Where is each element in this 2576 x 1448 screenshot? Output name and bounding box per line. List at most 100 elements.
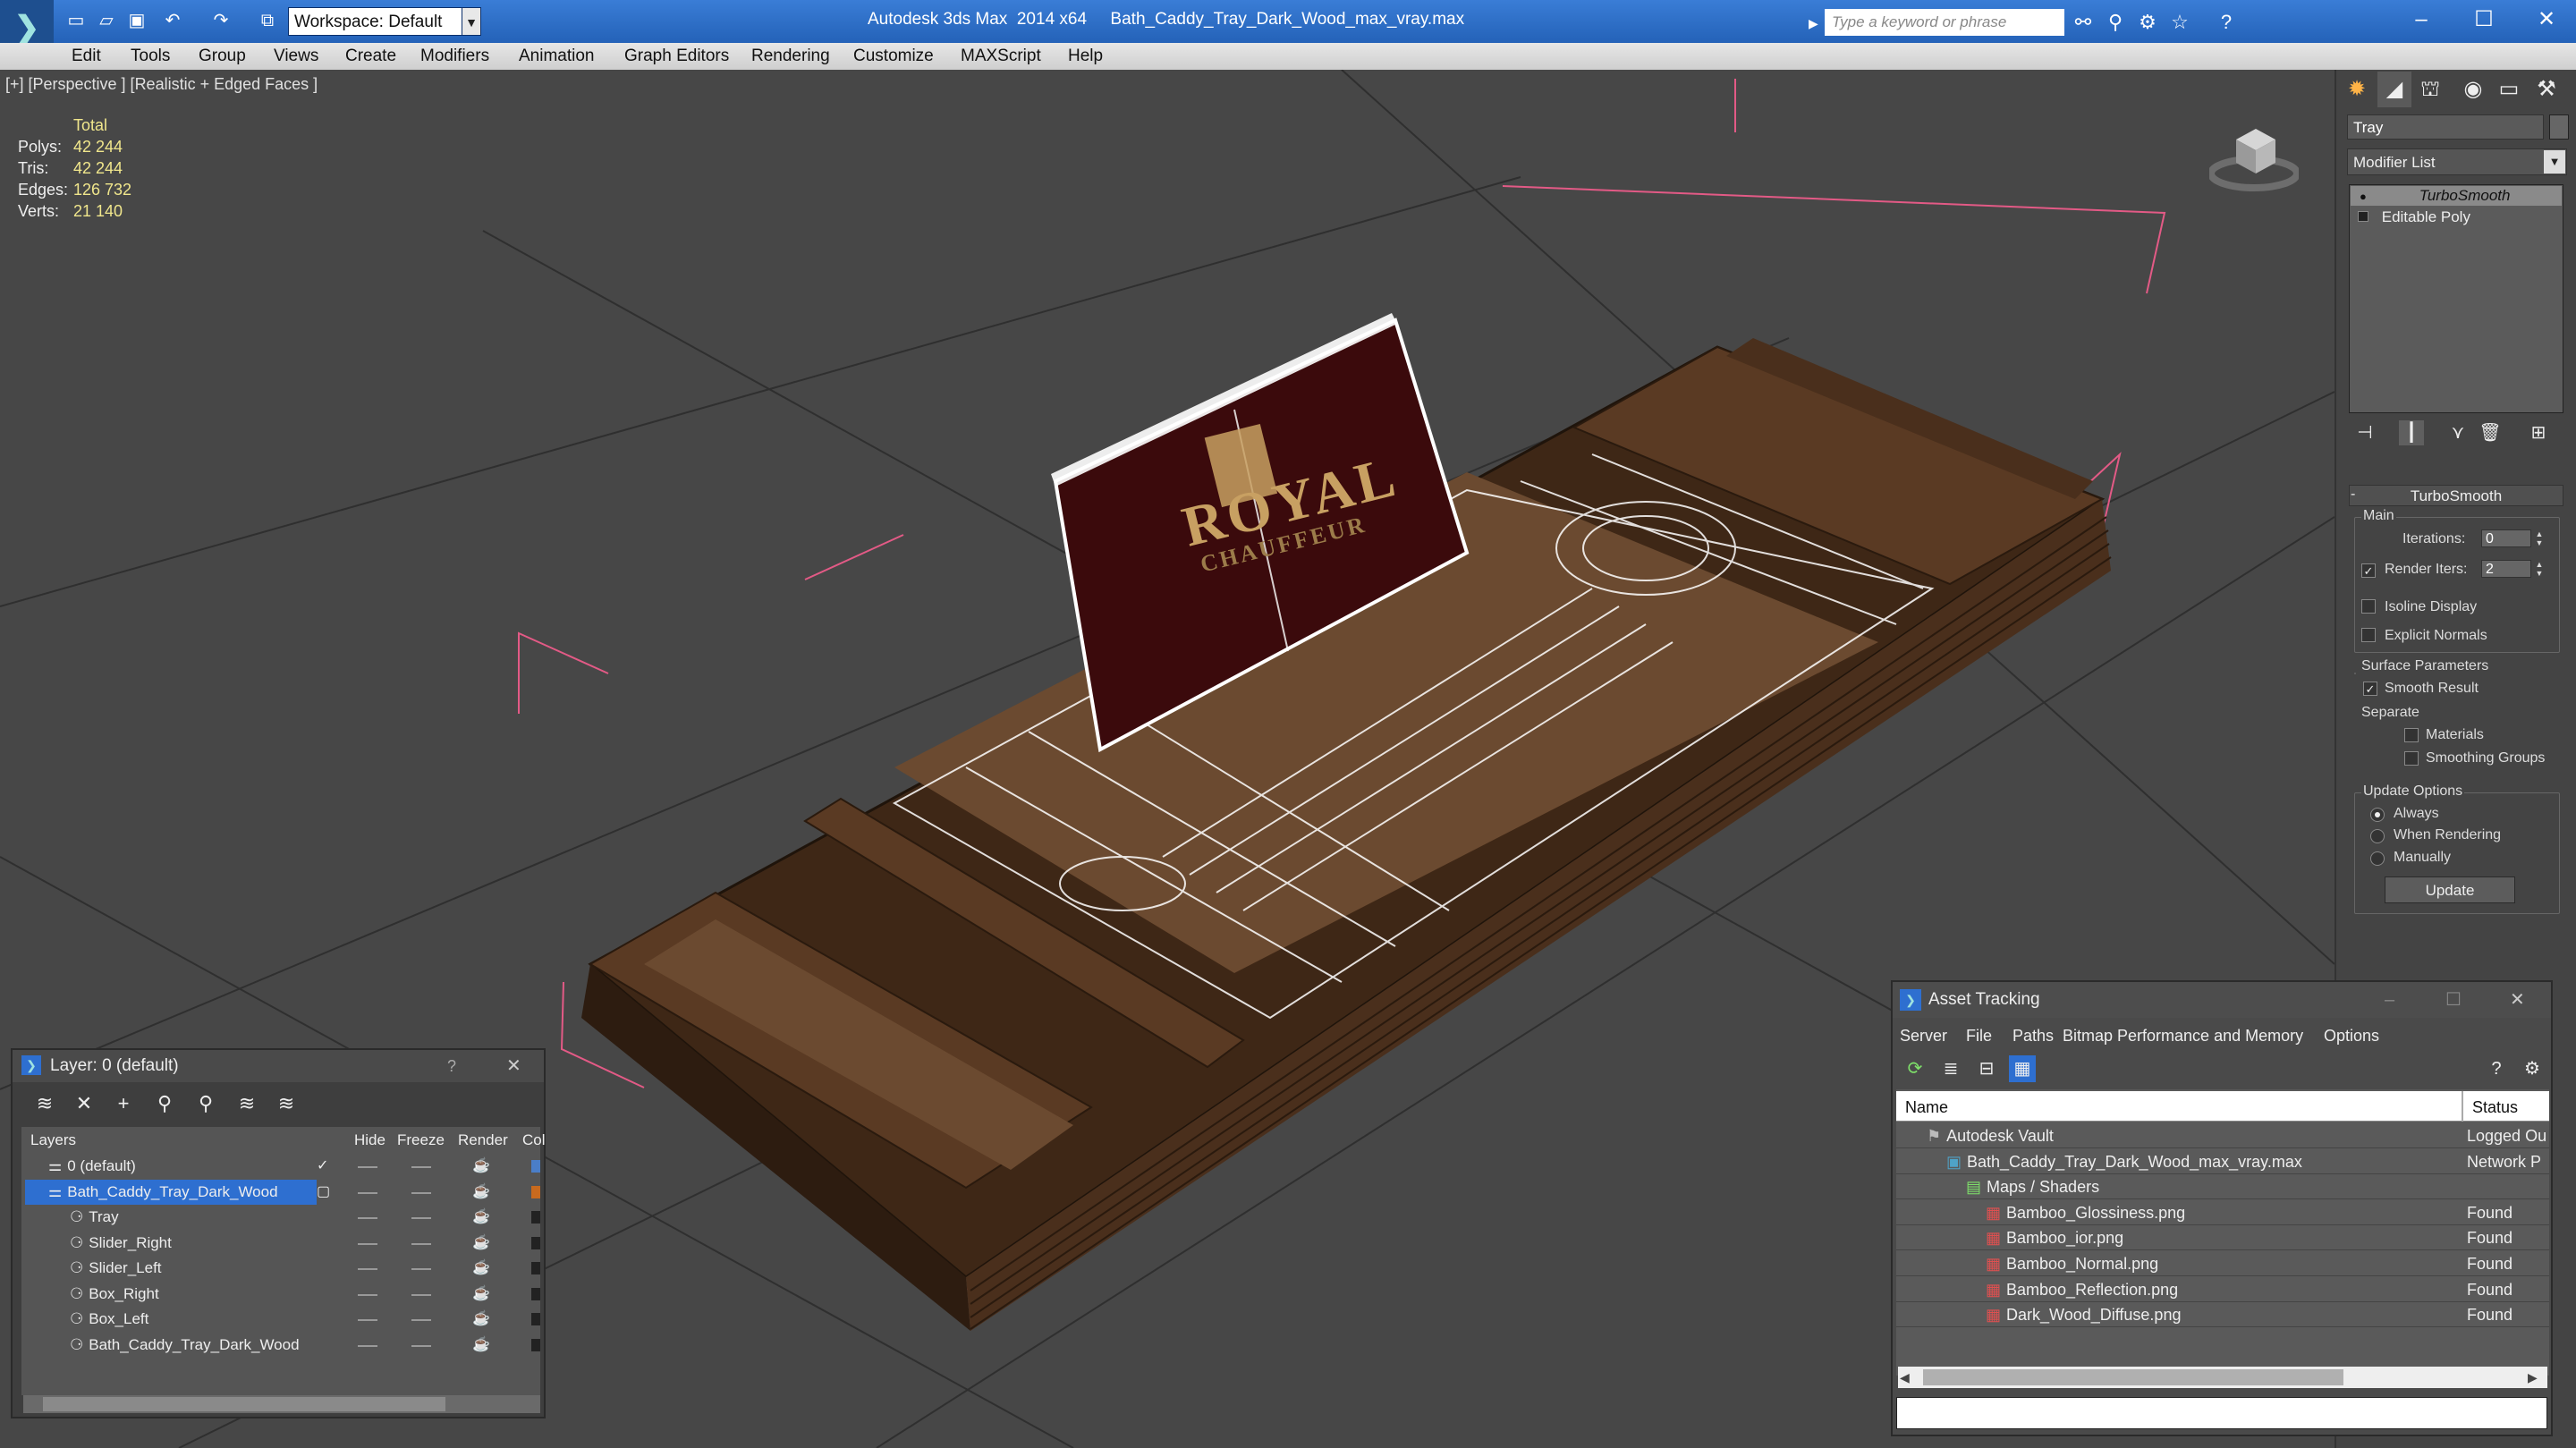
undo-icon[interactable]: ↶ [161, 9, 184, 32]
layer-row[interactable]: ⚆ Bath_Caddy_Tray_Dark_Wood [25, 1333, 317, 1358]
asset-row[interactable]: ▦ Dark_Wood_Diffuse.png [1896, 1302, 2549, 1328]
make-unique-icon[interactable]: ⋎ [2445, 420, 2470, 445]
current-layer-check-icon[interactable]: ✓ [317, 1154, 335, 1179]
freeze-toggle[interactable] [411, 1166, 431, 1168]
close-icon[interactable]: ✕ [2515, 0, 2576, 39]
render-teapot-icon[interactable]: ☕ [472, 1285, 490, 1303]
motion-tab-icon[interactable]: ◉ [2456, 72, 2490, 107]
tree-view-icon[interactable]: ⊟ [1973, 1055, 2000, 1082]
column-header-name[interactable]: Name [1905, 1095, 1948, 1120]
render-teapot-icon[interactable]: ☕ [472, 1259, 490, 1277]
refresh-icon[interactable]: ⟳ [1902, 1055, 1928, 1082]
scrollbar-thumb[interactable] [1923, 1369, 2343, 1385]
asset-row[interactable]: ▦ Bamboo_Reflection.png [1896, 1277, 2549, 1302]
help-icon[interactable]: ? [2213, 9, 2240, 36]
minimize-icon[interactable]: – [2385, 984, 2411, 1016]
modify-tab-icon[interactable]: ◢ [2377, 72, 2411, 107]
open-file-icon[interactable]: ▱ [95, 9, 118, 32]
column-divider[interactable] [2462, 1091, 2463, 1122]
viewport-label[interactable]: [+] [Perspective ] [Realistic + Edged Fa… [5, 75, 318, 94]
viewcube[interactable] [2207, 116, 2301, 197]
layer-color-swatch[interactable] [531, 1338, 540, 1351]
delete-layer-icon[interactable]: ✕ [70, 1089, 98, 1118]
menu-paths[interactable]: Paths [2012, 1023, 2054, 1048]
stack-item-editable-poly[interactable]: Editable Poly [2351, 207, 2562, 227]
search-expand-icon[interactable]: ▶ [1809, 11, 1823, 36]
manually-radio[interactable] [2370, 851, 2385, 866]
layer-row[interactable]: ⚆ Tray [25, 1205, 317, 1230]
project-folder-icon[interactable]: ⧉ [256, 9, 279, 32]
smooth-result-checkbox[interactable]: ✓ [2363, 682, 2377, 696]
materials-checkbox[interactable] [2404, 728, 2419, 742]
explicit-normals-checkbox[interactable] [2361, 628, 2376, 642]
freeze-toggle[interactable] [411, 1344, 431, 1347]
hide-toggle[interactable] [358, 1293, 377, 1296]
menu-modifiers[interactable]: Modifiers [420, 43, 489, 70]
asset-row[interactable]: ▣ Bath_Caddy_Tray_Dark_Wood_max_vray.max [1896, 1149, 2549, 1174]
select-in-layer-icon[interactable]: ⚲ [150, 1089, 179, 1118]
menu-create[interactable]: Create [345, 43, 396, 70]
minimize-icon[interactable]: – [2390, 0, 2453, 39]
freeze-all-layers-icon[interactable]: ≋ [272, 1089, 301, 1118]
chevron-down-icon[interactable]: ▼ [2544, 150, 2565, 174]
column-header-hide[interactable]: Hide [354, 1129, 386, 1152]
menu-animation[interactable]: Animation [519, 43, 595, 70]
render-teapot-icon[interactable]: ☕ [472, 1336, 490, 1354]
menu-options[interactable]: Options [2324, 1023, 2379, 1048]
search-input[interactable]: Type a keyword or phrase [1825, 9, 2064, 36]
layer-color-swatch[interactable] [531, 1262, 540, 1274]
spinner-arrows-icon[interactable]: ▲ ▼ [2533, 529, 2546, 547]
hide-toggle[interactable] [358, 1191, 377, 1194]
asset-row[interactable]: ▤ Maps / Shaders [1896, 1174, 2549, 1200]
new-file-icon[interactable]: ▭ [64, 9, 88, 32]
pin-stack-icon[interactable]: ⊣ [2352, 420, 2377, 445]
menu-customize[interactable]: Customize [853, 43, 934, 70]
hide-all-layers-icon[interactable]: ≋ [233, 1089, 261, 1118]
menu-maxscript[interactable]: MAXScript [961, 43, 1041, 70]
iterations-spinner[interactable]: 0 [2481, 529, 2531, 547]
render-iters-checkbox[interactable]: ✓ [2361, 563, 2376, 578]
workspace-dropdown[interactable]: Workspace: Default [288, 7, 479, 36]
layer-row[interactable]: ⚆ Slider_Left [25, 1256, 317, 1281]
isoline-display-checkbox[interactable] [2361, 599, 2376, 614]
save-icon[interactable]: ▣ [125, 9, 148, 32]
remove-modifier-icon[interactable]: 🗑 [2478, 420, 2503, 445]
menu-help[interactable]: Help [1068, 43, 1103, 70]
communication-icon[interactable]: ⚙ [2134, 9, 2161, 36]
freeze-toggle[interactable] [411, 1319, 431, 1321]
scroll-left-icon[interactable]: ◀ [1900, 1367, 1918, 1388]
spinner-arrows-icon[interactable]: ▲ ▼ [2533, 560, 2546, 578]
render-teapot-icon[interactable]: ☕ [472, 1183, 490, 1201]
modifier-list-dropdown[interactable]: Modifier List [2347, 148, 2567, 175]
render-teapot-icon[interactable]: ☕ [472, 1310, 490, 1328]
freeze-toggle[interactable] [411, 1268, 431, 1270]
hide-toggle[interactable] [358, 1344, 377, 1347]
layer-color-swatch[interactable] [531, 1313, 540, 1325]
collapse-icon[interactable]: - [2351, 487, 2355, 503]
close-icon[interactable]: ✕ [506, 1054, 531, 1079]
layer-color-swatch[interactable] [531, 1211, 540, 1224]
hierarchy-tab-icon[interactable]: ⛫ [2413, 72, 2447, 107]
hide-toggle[interactable] [358, 1242, 377, 1245]
show-end-result-icon[interactable]: ┃ [2399, 420, 2424, 445]
hide-toggle[interactable] [358, 1268, 377, 1270]
asset-row[interactable]: ▦ Bamboo_Glossiness.png [1896, 1200, 2549, 1225]
turbosmooth-rollout-header[interactable]: TurboSmooth [2349, 485, 2563, 506]
layer-color-swatch[interactable] [531, 1160, 540, 1173]
column-header-layers[interactable]: Layers [30, 1129, 76, 1152]
create-tab-icon[interactable]: ✹ [2340, 72, 2374, 107]
scrollbar-thumb[interactable] [43, 1397, 445, 1411]
render-teapot-icon[interactable]: ☕ [472, 1157, 490, 1175]
stack-item-turbosmooth[interactable]: ● TurboSmooth [2351, 186, 2562, 206]
menu-graph-editors[interactable]: Graph Editors [624, 43, 729, 70]
layer-row[interactable]: ⚌ 0 (default) [25, 1154, 317, 1179]
when-rendering-radio[interactable] [2370, 829, 2385, 843]
column-header-status[interactable]: Status [2472, 1095, 2518, 1120]
render-iters-spinner[interactable]: 2 [2481, 560, 2531, 578]
binoculars-icon[interactable]: ⚯ [2070, 9, 2097, 36]
favorites-star-icon[interactable]: ☆ [2166, 9, 2193, 36]
highlight-layer-icon[interactable]: ⚲ [191, 1089, 220, 1118]
expand-icon[interactable] [2358, 211, 2368, 222]
settings-icon[interactable]: ⚙ [2519, 1055, 2546, 1082]
freeze-toggle[interactable] [411, 1217, 431, 1219]
